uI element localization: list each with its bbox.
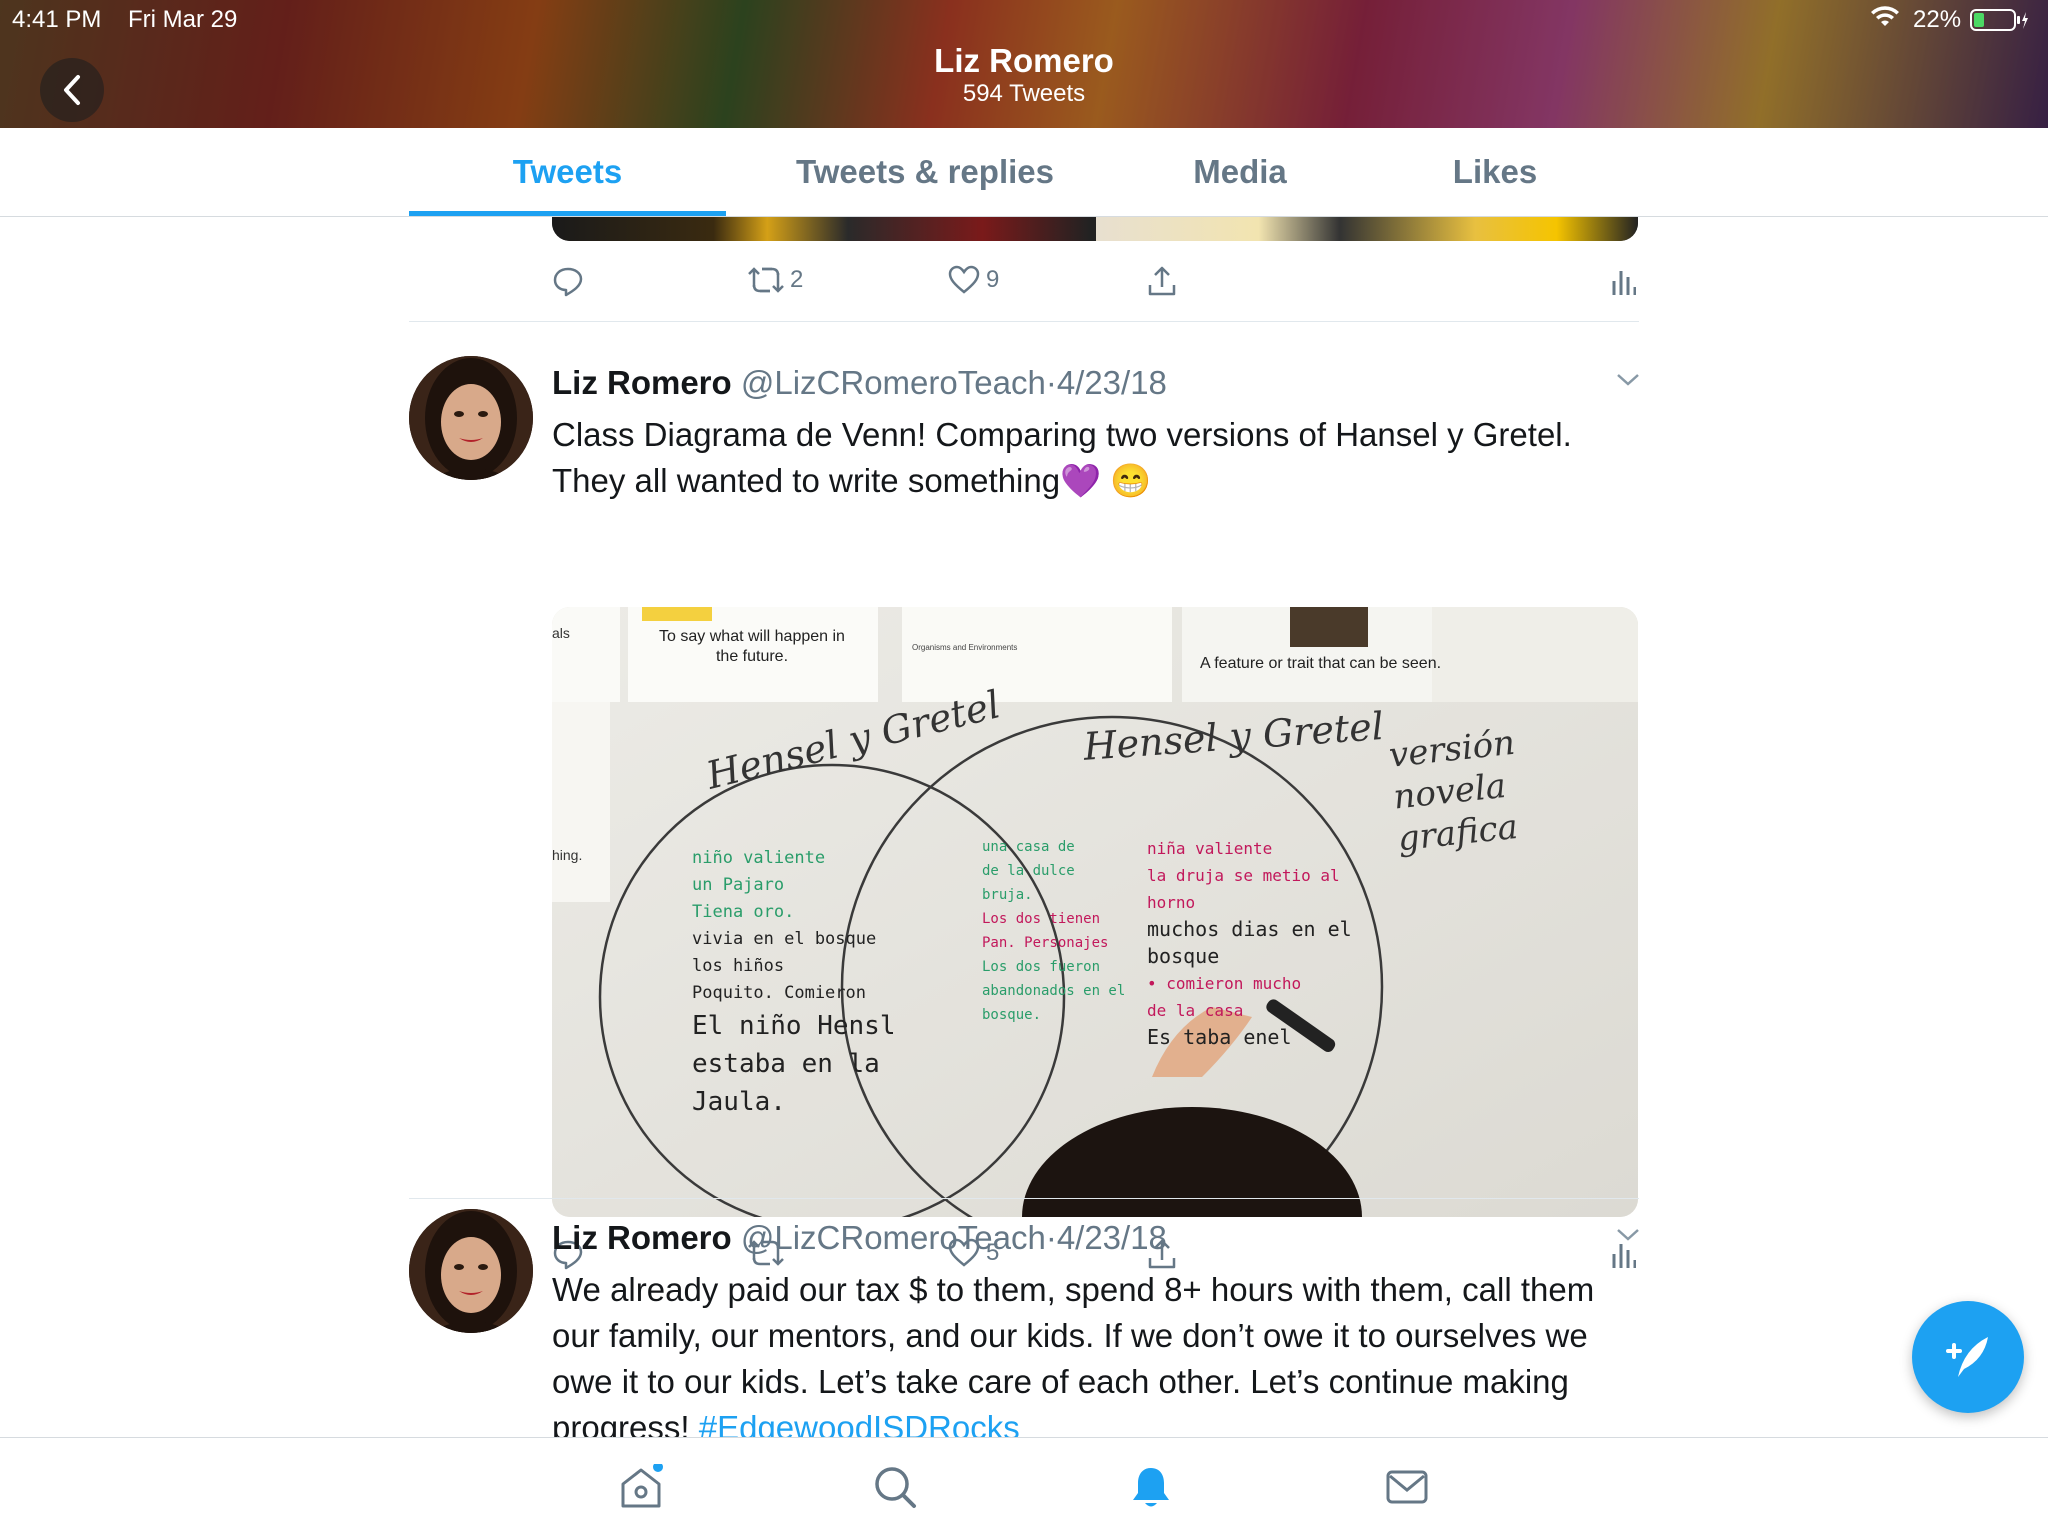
card-future: To say what will happen in the future. [659,628,845,665]
tweet-date: 4/23/18 [1056,1219,1167,1256]
tweet-text: We already paid our tax $ to them, spend… [552,1267,1642,1437]
profile-tabs: Tweets Tweets & replies Media Likes [0,128,2048,217]
chevron-down-icon [1617,374,1639,386]
separator-dot: · [1045,364,1057,401]
author-handle[interactable]: @LizCRomeroTeach [741,364,1046,401]
avatar[interactable] [409,1209,533,1333]
like-button[interactable]: 9 [948,265,999,295]
avatar[interactable] [409,356,533,480]
tweet-photo[interactable]: als To say what will happen in the futur… [552,607,1638,1217]
handwritten-line: los hiños [692,956,785,976]
tweet[interactable]: Liz Romero @LizCRomeroTeach·4/23/18 We a… [0,1199,2048,1437]
notifications-tab[interactable] [1128,1464,1174,1515]
venn-right-notes: niña valiente la druja se metio al horno mu… [1147,835,1477,1051]
handwritten-line: un Pajaro [692,875,785,895]
author-name[interactable]: Liz Romero [552,1219,732,1256]
card-left-edge: als [552,625,570,641]
reply-button[interactable] [552,265,584,297]
handwritten-line: niño valiente [692,848,826,868]
handwritten-line: • comieron mucho [1147,974,1302,993]
tab-tweets[interactable]: Tweets [409,128,726,216]
profile-header: 4:41 PM Fri Mar 29 22% Liz Romero 594 Tw… [0,0,2048,128]
handwritten-line: Los dos tienen [982,911,1101,927]
card-organisms: Organisms and Environments [912,643,1018,652]
handwritten-line: de la casa [1147,1001,1244,1020]
prev-tweet-media[interactable] [552,217,1638,241]
tab-likes[interactable]: Likes [1390,128,1600,216]
active-tab-indicator [409,211,726,216]
search-tab[interactable] [872,1464,918,1515]
heart-icon [948,265,980,294]
search-icon [875,1467,916,1508]
tweet-count: 594 Tweets [962,80,1086,107]
handwritten-line: una casa de [982,839,1075,855]
home-icon [621,1462,663,1508]
handwritten-line: niña valiente [1147,839,1273,858]
hashtag-link[interactable]: #EdgewoodISDRocks [699,1409,1020,1437]
handwritten-line: Es taba enel [1147,1025,1292,1049]
home-tab[interactable] [618,1462,664,1515]
tweet-options-button[interactable] [1615,372,1641,393]
handwritten-line: abandonados en el [982,983,1126,999]
reply-icon [553,267,583,297]
analytics-icon [1612,271,1636,295]
bottom-tab-bar [0,1437,2048,1537]
tweet-options-button[interactable] [1615,1227,1641,1248]
messages-icon [1386,1470,1428,1504]
avatar-photo [409,1209,533,1333]
tweet-text: Class Diagrama de Venn! Comparing two ve… [552,416,1572,499]
compose-tweet-button[interactable] [1912,1301,2024,1413]
tweet-date: 4/23/18 [1056,364,1167,401]
share-icon [1148,266,1176,296]
wifi-icon [1870,4,1900,37]
tab-tweets-replies[interactable]: Tweets & replies [760,128,1090,216]
avatar-photo [409,356,533,480]
handwritten-line: El niño Hensl [692,1011,896,1041]
tweet-header: Liz Romero @LizCRomeroTeach·4/23/18 [552,364,1167,402]
handwritten-line: la druja se metio al [1147,866,1340,885]
retweet-count: 2 [790,266,804,293]
handwritten-line: Poquito. Comieron [692,983,866,1003]
handwritten-line: muchos dias en el [1147,917,1352,941]
handwritten-line: horno [1147,893,1196,912]
analytics-button[interactable] [1610,265,1636,297]
handwritten-line: bruja. [982,887,1033,903]
handwritten-line: vivia en el bosque [692,929,877,949]
handwritten-line: Los dos fueron [982,959,1101,975]
handwritten-line: bosque. [982,1007,1042,1023]
card-feature: A feature or trait that can be seen. [1200,655,1442,672]
notifications-icon [1133,1468,1169,1507]
prev-tweet-actions: 2 9 [552,265,1642,315]
handwritten-line: estaba en la [692,1049,880,1079]
handwritten-line: Tiena oro. [692,902,795,922]
handwritten-line: Jaula. [692,1087,786,1117]
like-count: 9 [986,266,1000,293]
handwritten-line: Pan. Personajes [982,935,1109,951]
timeline[interactable]: 2 9 Liz Romero @LizCRomeroTeach·4/23/18 … [0,217,2048,1437]
status-time: 4:41 PM [12,6,102,33]
handwritten-line: de la dulce [982,863,1075,879]
compose-icon [1946,1337,1988,1377]
tweet-header: Liz Romero @LizCRomeroTeach·4/23/18 [552,1219,1167,1257]
author-handle[interactable]: @LizCRomeroTeach [741,1219,1046,1256]
battery-icon [1970,9,2030,38]
retweet-icon [748,267,784,293]
tweet[interactable]: Liz Romero @LizCRomeroTeach·4/23/18 Clas… [0,322,2048,1270]
battery-percent: 22% [1913,6,1962,33]
separator-dot: · [1045,1219,1057,1256]
card-left-lower: hing. [552,847,583,863]
retweet-button[interactable]: 2 [748,265,803,295]
profile-name: Liz Romero [934,42,1114,79]
venn-middle-notes: una casa de de la dulce bruja. Los dos tien… [982,835,1162,1027]
messages-tab[interactable] [1384,1464,1430,1515]
share-button[interactable] [1146,265,1178,297]
status-date: Fri Mar 29 [128,6,238,33]
venn-left-notes: niño valiente un Pajaro Tiena oro. vivia en… [692,845,962,1121]
tab-media[interactable]: Media [1130,128,1350,216]
author-name[interactable]: Liz Romero [552,364,732,401]
chevron-down-icon [1617,1229,1639,1241]
handwritten-line: bosque [1147,944,1220,968]
